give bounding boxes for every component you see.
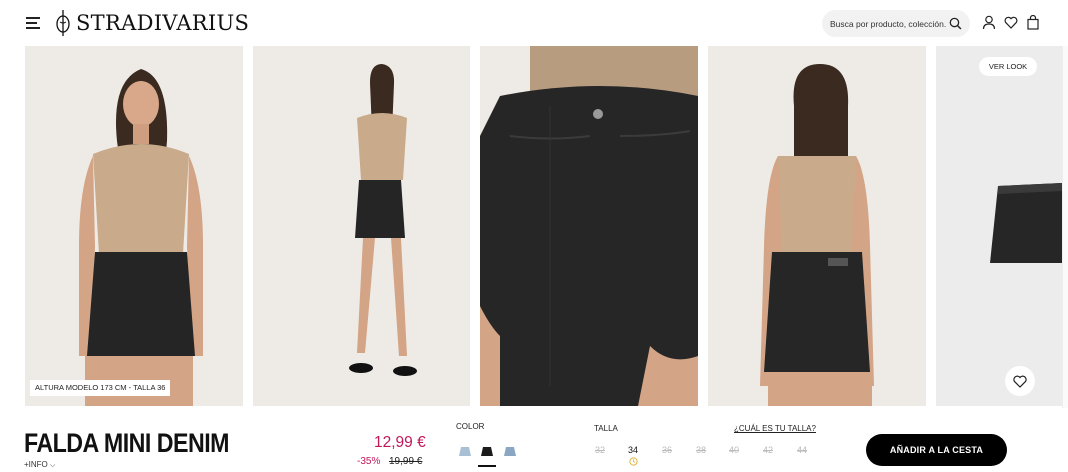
size-option[interactable]: 42 xyxy=(763,445,773,455)
clock-icon xyxy=(629,457,638,466)
bag-icon[interactable] xyxy=(1026,15,1040,30)
size-option[interactable]: 44 xyxy=(797,445,807,455)
brand-name: STRADIVARIUS xyxy=(76,11,250,35)
brand-logo[interactable]: STRADIVARIUS xyxy=(54,8,249,38)
product-photo-item[interactable] xyxy=(936,46,1062,406)
menu-icon[interactable] xyxy=(26,17,40,29)
search-box[interactable] xyxy=(822,10,970,37)
product-title: FALDA MINI DENIM xyxy=(24,428,230,458)
size-option[interactable]: 34 xyxy=(628,445,638,455)
size-option[interactable]: 40 xyxy=(729,445,739,455)
violin-logo-icon xyxy=(56,10,70,36)
search-input[interactable] xyxy=(830,18,948,29)
size-option[interactable]: 38 xyxy=(696,445,706,455)
product-info-bar: FALDA MINI DENIM +INFO ⌵ 12,99 € -35% 19… xyxy=(0,408,1068,472)
size-label: TALLA xyxy=(594,424,618,433)
product-photo-closeup[interactable] xyxy=(480,46,698,406)
color-label: COLOR xyxy=(456,422,485,431)
size-option[interactable]: 36 xyxy=(662,445,672,455)
product-photo-full-body[interactable] xyxy=(253,46,470,406)
original-price: 19,99 € xyxy=(389,456,423,467)
color-swatch-light-blue[interactable] xyxy=(459,443,471,456)
discount-badge: -35% xyxy=(357,456,381,467)
see-look-button[interactable]: VER LOOK xyxy=(979,57,1037,76)
size-guide-link[interactable]: ¿CUÁL ES TU TALLA? xyxy=(734,424,816,433)
size-option[interactable]: 32 xyxy=(595,445,605,455)
product-photo-back[interactable] xyxy=(708,46,926,406)
search-icon[interactable] xyxy=(949,17,962,30)
color-swatch-mid-blue[interactable] xyxy=(504,443,516,456)
product-gallery xyxy=(0,46,1068,408)
gallery-scroll-edge xyxy=(1062,46,1068,408)
chevron-down-icon: ⌵ xyxy=(50,462,56,469)
site-header: STRADIVARIUS xyxy=(0,0,1068,46)
color-swatch-black[interactable] xyxy=(481,443,493,456)
heart-icon xyxy=(1013,375,1027,388)
current-price: 12,99 € xyxy=(374,434,426,451)
favorite-button[interactable] xyxy=(1005,366,1035,396)
more-info-link[interactable]: +INFO ⌵ xyxy=(24,460,55,470)
add-to-cart-button[interactable]: AÑADIR A LA CESTA xyxy=(866,434,1007,466)
selected-color-indicator xyxy=(478,465,496,467)
heart-icon[interactable] xyxy=(1004,15,1018,30)
model-info-tag: ALTURA MODELO 173 CM - TALLA 36 xyxy=(30,380,171,396)
product-page: STRADIVARIUS Busca por producto, colecci… xyxy=(0,0,1068,472)
more-info-label: +INFO xyxy=(24,460,48,469)
user-icon[interactable] xyxy=(982,15,996,30)
product-photo-front[interactable] xyxy=(25,46,243,406)
